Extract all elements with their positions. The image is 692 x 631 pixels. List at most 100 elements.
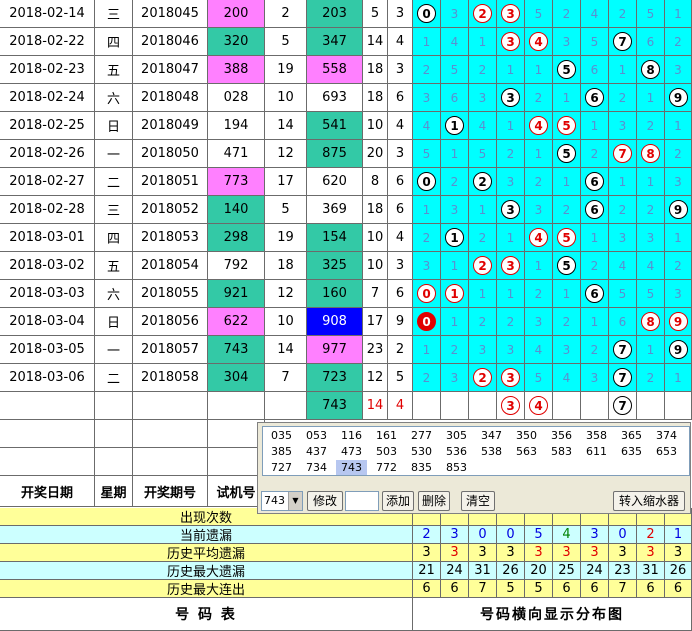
- candidate-number[interactable]: 853: [441, 460, 472, 475]
- candidate-number[interactable]: 536: [441, 444, 472, 459]
- kind-value: 9: [388, 308, 413, 336]
- hit-digit-marker: 5: [557, 228, 576, 247]
- kind-value: 2: [388, 336, 413, 364]
- digit-cell: 6: [637, 28, 665, 56]
- digit-cell: 4: [637, 252, 665, 280]
- candidate-number[interactable]: 583: [546, 444, 577, 459]
- stat-value: 25: [553, 562, 581, 580]
- modify-button[interactable]: 修改: [307, 491, 343, 511]
- candidate-number[interactable]: 116: [336, 428, 367, 443]
- hit-digit-marker: 2: [473, 368, 492, 387]
- miss-count: 5: [646, 286, 655, 301]
- hit-digit-marker: 6: [585, 200, 604, 219]
- candidate-number[interactable]: 161: [371, 428, 402, 443]
- digit-cell: 3: [497, 28, 525, 56]
- draw-date: 2018-03-03: [0, 280, 95, 308]
- candidate-number-grid[interactable]: 035 053 116 161 277 305 347 350 356 358 365 374 385 4…: [262, 426, 690, 476]
- candidate-number[interactable]: 473: [336, 444, 367, 459]
- digit-cell: 1: [637, 336, 665, 364]
- digit-cell: 6: [581, 56, 609, 84]
- miss-count: 1: [618, 174, 627, 189]
- miss-count: 4: [618, 258, 627, 273]
- sum-value: 18: [363, 84, 388, 112]
- stat-label: 历史最大遗漏: [0, 562, 413, 580]
- miss-count: 1: [450, 258, 459, 273]
- candidate-number[interactable]: 053: [301, 428, 332, 443]
- miss-count: 4: [450, 34, 459, 49]
- digit-cell: 1: [413, 28, 441, 56]
- candidate-number[interactable]: 365: [616, 428, 647, 443]
- miss-count: 2: [534, 286, 543, 301]
- stat-value: 3: [497, 544, 525, 562]
- number-combo-box[interactable]: 743 ▼: [261, 491, 303, 511]
- miss-count: 5: [422, 146, 431, 161]
- digit-cell: 1: [581, 112, 609, 140]
- candidate-number[interactable]: 743: [336, 460, 367, 475]
- miss-count: 1: [562, 286, 571, 301]
- candidate-number[interactable]: 538: [476, 444, 507, 459]
- candidate-number[interactable]: 635: [616, 444, 647, 459]
- candidate-number[interactable]: 305: [441, 428, 472, 443]
- candidate-number[interactable]: 503: [371, 444, 402, 459]
- test-number: 471: [208, 140, 265, 168]
- candidate-number[interactable]: 035: [266, 428, 297, 443]
- digit-cell: 4: [469, 112, 497, 140]
- draw-number: 325: [307, 252, 363, 280]
- draw-number: 154: [307, 224, 363, 252]
- miss-count: 2: [450, 342, 459, 357]
- sum-value: 5: [363, 0, 388, 28]
- sum-value: 7: [363, 280, 388, 308]
- digit-cell: 4: [581, 0, 609, 28]
- digit-cell: 1: [665, 112, 692, 140]
- candidate-number[interactable]: 653: [651, 444, 682, 459]
- miss-count: 2: [646, 370, 655, 385]
- issue-number: 2018054: [133, 252, 208, 280]
- candidate-number[interactable]: 350: [511, 428, 542, 443]
- blank: [265, 392, 307, 420]
- number-input[interactable]: [345, 491, 379, 511]
- miss-count: 3: [618, 118, 627, 133]
- candidate-number[interactable]: 727: [266, 460, 297, 475]
- draw-number: 977: [307, 336, 363, 364]
- digit-cell: 2: [581, 336, 609, 364]
- candidate-number[interactable]: 347: [476, 428, 507, 443]
- digit-cell: 1: [665, 364, 692, 392]
- digit-cell: 3: [637, 224, 665, 252]
- sum-value: 10: [363, 252, 388, 280]
- weekday: 六: [95, 280, 133, 308]
- digit-cell: 2: [553, 308, 581, 336]
- stat-value: 24: [441, 562, 469, 580]
- candidate-number[interactable]: 563: [511, 444, 542, 459]
- digit-cell: 4: [441, 28, 469, 56]
- miss-count: 1: [422, 342, 431, 357]
- candidate-number[interactable]: 374: [651, 428, 682, 443]
- clear-button[interactable]: 清空: [461, 491, 495, 511]
- candidate-number[interactable]: 530: [406, 444, 437, 459]
- delete-button[interactable]: 删除: [418, 491, 450, 511]
- candidate-number[interactable]: 772: [371, 460, 402, 475]
- candidate-number[interactable]: 356: [546, 428, 577, 443]
- draw-date: 2018-02-23: [0, 56, 95, 84]
- draw-date: 2018-02-24: [0, 84, 95, 112]
- candidate-number[interactable]: 358: [581, 428, 612, 443]
- digit-cell: 3: [469, 336, 497, 364]
- weekday: 三: [95, 196, 133, 224]
- draw-number: 203: [307, 0, 363, 28]
- transfer-to-filter-button[interactable]: 转入缩水器: [613, 491, 685, 511]
- digit-cell: 9: [665, 308, 692, 336]
- chevron-down-icon[interactable]: ▼: [288, 492, 302, 510]
- add-button[interactable]: 添加: [382, 491, 414, 511]
- candidate-number[interactable]: 277: [406, 428, 437, 443]
- digit-cell: 4: [525, 28, 553, 56]
- test-number: 743: [208, 336, 265, 364]
- forecast-kind: 4: [388, 392, 413, 420]
- candidate-number[interactable]: 611: [581, 444, 612, 459]
- test-number: 320: [208, 28, 265, 56]
- candidate-number[interactable]: 734: [301, 460, 332, 475]
- candidate-number[interactable]: 385: [266, 444, 297, 459]
- digit-cell: 5: [525, 0, 553, 28]
- digit-cell: 1: [469, 28, 497, 56]
- miss-count: 2: [422, 62, 431, 77]
- candidate-number[interactable]: 437: [301, 444, 332, 459]
- candidate-number[interactable]: 835: [406, 460, 437, 475]
